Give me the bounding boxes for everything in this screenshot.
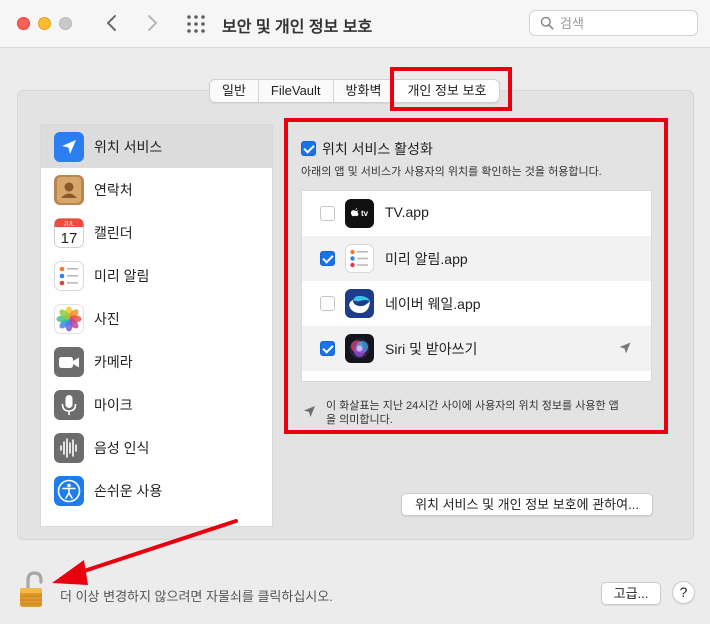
sidebar-item-photos[interactable]: 사진: [41, 297, 272, 340]
sidebar-item-accessibility[interactable]: 손쉬운 사용: [41, 469, 272, 512]
calendar-day-text: 17: [61, 230, 78, 247]
sidebar-item-contacts[interactable]: 연락처: [41, 168, 272, 211]
photos-icon: [54, 303, 84, 334]
search-field[interactable]: [529, 10, 698, 36]
calendar-icon: JUL 17: [54, 217, 84, 248]
unlocked-padlock-icon[interactable]: [18, 571, 50, 609]
help-button[interactable]: ?: [672, 581, 695, 604]
sidebar-item-location-services[interactable]: 위치 서비스: [41, 125, 272, 168]
forward-chevron-icon[interactable]: [141, 11, 163, 35]
microphone-icon: [54, 389, 84, 420]
sidebar-item-label: 사진: [94, 310, 120, 327]
privacy-tab-highlight-box: [390, 67, 512, 111]
sidebar-item-label: 미리 알림: [94, 267, 150, 284]
sidebar-item-label: 마이크: [94, 396, 133, 413]
sidebar-item-reminders[interactable]: 미리 알림: [41, 254, 272, 297]
advanced-button[interactable]: 고급...: [601, 582, 661, 605]
sidebar-item-label: 위치 서비스: [94, 138, 163, 155]
zoom-window-button[interactable]: [59, 17, 72, 30]
speech-recognition-icon: [54, 432, 84, 463]
tab-filevault[interactable]: FileVault: [259, 80, 334, 102]
sidebar-item-label: 연락처: [94, 181, 133, 198]
privacy-category-list: 위치 서비스 연락처 JUL 17 캘린더 미리 알림 사진 카메라 마이크 음…: [40, 124, 273, 527]
location-services-highlight-box: [284, 118, 668, 434]
minimize-window-button[interactable]: [38, 17, 51, 30]
sidebar-item-label: 손쉬운 사용: [94, 482, 163, 499]
lock-instruction-text: 더 이상 변경하지 않으려면 자물쇠를 클릭하십시오.: [60, 589, 333, 604]
sidebar-item-label: 음성 인식: [94, 439, 150, 456]
show-all-grid-icon[interactable]: [185, 14, 207, 34]
window-title: 보안 및 개인 정보 보호: [222, 19, 373, 36]
title-bar: 보안 및 개인 정보 보호: [0, 0, 710, 48]
calendar-month-text: JUL: [64, 221, 75, 227]
about-location-privacy-button[interactable]: 위치 서비스 및 개인 정보 보호에 관하여...: [401, 493, 653, 516]
search-icon: [540, 16, 554, 30]
search-input[interactable]: [560, 15, 690, 32]
reminders-icon: [54, 260, 84, 291]
tab-firewall[interactable]: 방화벽: [334, 80, 395, 102]
sidebar-item-label: 캘린더: [94, 224, 133, 241]
sidebar-item-calendar[interactable]: JUL 17 캘린더: [41, 211, 272, 254]
close-window-button[interactable]: [17, 17, 30, 30]
sidebar-item-camera[interactable]: 카메라: [41, 340, 272, 383]
camera-icon: [54, 346, 84, 377]
back-chevron-icon[interactable]: [101, 11, 123, 35]
sidebar-item-microphone[interactable]: 마이크: [41, 383, 272, 426]
sidebar-item-speech-recognition[interactable]: 음성 인식: [41, 426, 272, 469]
sidebar-item-label: 카메라: [94, 353, 133, 370]
accessibility-icon: [54, 475, 84, 506]
contacts-icon: [54, 174, 84, 205]
tab-general[interactable]: 일반: [210, 80, 259, 102]
location-arrow-icon: [54, 131, 84, 162]
